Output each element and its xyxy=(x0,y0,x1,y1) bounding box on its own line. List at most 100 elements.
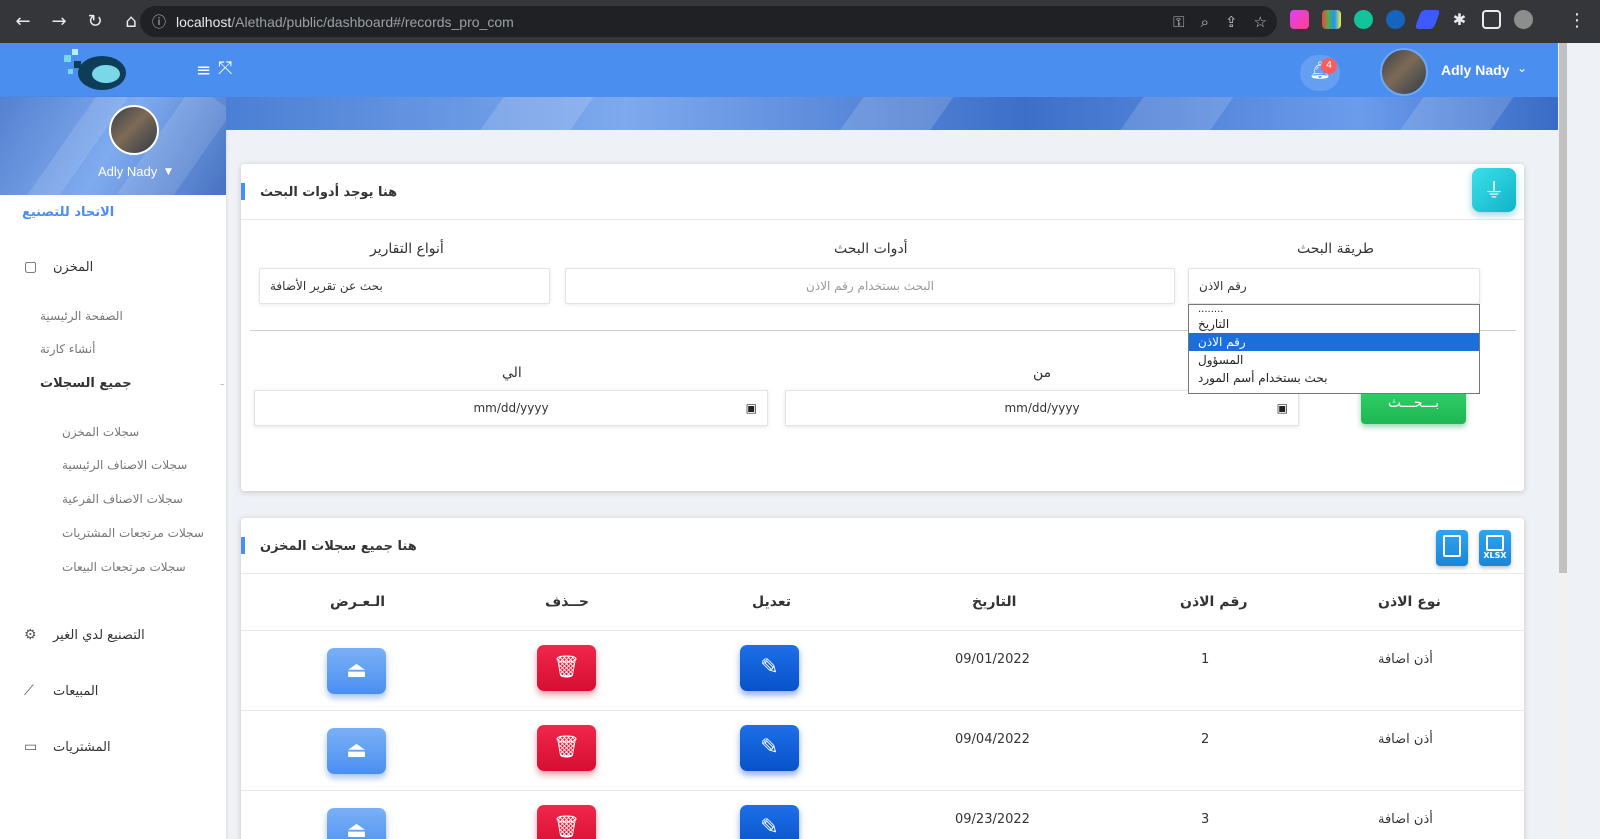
sidebar-item-outsourcing[interactable]: التصنيع لدي الغير xyxy=(53,628,145,643)
view-button[interactable]: ⏏ xyxy=(327,648,386,694)
browser-toolbar: ← → ↻ ⌂ ⓘ localhost /Alethad/public/dash… xyxy=(0,0,1600,43)
trash-icon: 🗑︎ xyxy=(552,655,581,680)
chrome-menu-icon[interactable]: ⋮ xyxy=(1568,10,1586,31)
app-logo[interactable] xyxy=(62,47,128,93)
extension-icon[interactable] xyxy=(1414,10,1441,29)
report-types-label: أنواع التقارير xyxy=(370,241,444,257)
scrollbar-thumb[interactable] xyxy=(1559,43,1567,573)
edit-button[interactable]: ✎ xyxy=(740,805,799,839)
site-info-icon[interactable]: ⓘ xyxy=(152,12,166,32)
card-header: هنا يوجد أدوات البحث xyxy=(241,164,1524,220)
calendar-icon[interactable]: ▣ xyxy=(1277,391,1288,425)
profile-icon[interactable] xyxy=(1514,10,1533,29)
export-pdf-button[interactable] xyxy=(1436,530,1468,566)
cell-type: أذن اضافة xyxy=(1378,812,1433,827)
share-icon[interactable]: ⇪ xyxy=(1225,13,1238,31)
sidebar-item-home[interactable]: الصفحة الرئيسية xyxy=(40,309,123,323)
sidebar-item-purchases[interactable]: المشتريات xyxy=(53,740,111,755)
sidebar-item-sub-items-records[interactable]: سجلات الاصناف الفرعية xyxy=(62,492,183,506)
sidebar-item-all-records[interactable]: جميع السجلات xyxy=(40,376,132,391)
cell-number: 1 xyxy=(1201,652,1210,667)
from-date-placeholder: mm/dd/yyyy xyxy=(1004,401,1080,415)
to-date-input[interactable]: mm/dd/yyyy ▣ xyxy=(254,390,768,426)
filter-icon: ⏚ xyxy=(1484,178,1504,202)
records-card-title: هنا جميع سجلات المخزن xyxy=(260,539,417,554)
sidebar-item-sales-returns[interactable]: سجلات مرتجعات البيعات xyxy=(62,560,186,574)
app-header: ≡ ⤧ 🔔︎ 4 Adly Nady ⌄ xyxy=(0,43,1558,97)
sidebar-item-create-card[interactable]: أنشاء كارتة xyxy=(40,342,95,356)
edit-button[interactable]: ✎ xyxy=(740,645,799,691)
notification-bell[interactable]: 🔔︎ 4 xyxy=(1300,55,1340,91)
delete-button[interactable]: 🗑︎ xyxy=(537,725,596,771)
search-method-select[interactable]: رقم الاذن xyxy=(1188,268,1480,304)
delete-button[interactable]: 🗑︎ xyxy=(537,805,596,839)
extension-icon[interactable] xyxy=(1322,10,1341,29)
reload-icon[interactable]: ↻ xyxy=(84,11,106,32)
brand-name[interactable]: الاتحاد للتصنيع xyxy=(22,205,114,220)
extension-icon[interactable] xyxy=(1290,10,1309,29)
dropdown-option[interactable]: بحث بستخدام أسم المورد xyxy=(1189,369,1479,387)
back-icon[interactable]: ← xyxy=(12,11,34,32)
window-edge xyxy=(1568,43,1600,839)
table-divider xyxy=(241,790,1524,791)
cell-number: 3 xyxy=(1201,812,1210,827)
address-bar[interactable]: ⓘ localhost /Alethad/public/dashboard#/r… xyxy=(140,6,1277,37)
from-date-input[interactable]: mm/dd/yyyy ▣ xyxy=(785,390,1299,426)
header-user-name[interactable]: Adly Nady xyxy=(1441,62,1509,78)
grammarly-icon[interactable] xyxy=(1354,10,1373,29)
sidebar-item-store[interactable]: المخزن xyxy=(53,260,93,275)
dropdown-option[interactable]: التاريخ xyxy=(1189,315,1479,333)
delete-button[interactable]: 🗑︎ xyxy=(537,645,596,691)
key-icon[interactable]: ⚿ xyxy=(1173,13,1184,31)
page-scrollbar[interactable] xyxy=(1558,43,1568,839)
bookmark-star-icon[interactable]: ☆ xyxy=(1254,13,1267,31)
chevron-down-icon[interactable]: ⌄ xyxy=(1517,61,1527,75)
dropdown-option-selected[interactable]: رقم الاذن xyxy=(1189,333,1479,351)
sidebar-item-main-items-records[interactable]: سجلات الاصناف الرئيسية xyxy=(62,458,187,472)
cell-date: 09/01/2022 xyxy=(955,652,1030,667)
avatar[interactable] xyxy=(1380,48,1428,96)
edit-button[interactable]: ✎ xyxy=(740,725,799,771)
view-button[interactable]: ⏏ xyxy=(327,808,386,839)
notification-badge: 4 xyxy=(1321,58,1337,74)
view-button[interactable]: ⏏ xyxy=(327,728,386,774)
export-xlsx-button[interactable]: XLSX xyxy=(1479,530,1511,566)
cell-date: 09/23/2022 xyxy=(955,812,1030,827)
trash-icon: 🗑︎ xyxy=(552,815,581,839)
column-header-view: الـعـرض xyxy=(330,594,386,610)
cell-type: أذن اضافة xyxy=(1378,732,1433,747)
filter-button[interactable]: ⏚ xyxy=(1472,168,1516,212)
home-icon[interactable]: ⌂ xyxy=(120,11,142,32)
box-icon: ▢ xyxy=(24,259,38,275)
from-date-label: من xyxy=(1033,365,1052,381)
dropdown-option[interactable]: المسؤول xyxy=(1189,351,1479,369)
extension-icon[interactable] xyxy=(1386,10,1405,29)
search-input[interactable]: البحث بستخدام رقم الاذن xyxy=(565,268,1175,304)
to-date-label: الي xyxy=(502,365,522,381)
caret-down-icon[interactable]: ▼ xyxy=(165,167,172,177)
zoom-icon[interactable]: ⌕ xyxy=(1201,13,1209,31)
table-divider xyxy=(241,630,1524,631)
forward-icon[interactable]: → xyxy=(48,11,70,32)
search-tools-label: أدوات البحث xyxy=(834,241,908,257)
cell-number: 2 xyxy=(1201,732,1210,747)
edit-icon: ✎ xyxy=(760,815,779,839)
sidebar-item-purchase-returns[interactable]: سجلات مرتجعات المشتريات xyxy=(62,526,204,540)
fullscreen-icon[interactable]: ⤧ xyxy=(218,58,232,79)
report-type-select[interactable]: بحث عن تقرير الأضافة xyxy=(259,268,550,304)
card-header: هنا جميع سجلات المخزن xyxy=(241,518,1524,574)
sidebar-item-sales[interactable]: المبيعات xyxy=(53,684,98,699)
puzzle-icon[interactable]: ✱ xyxy=(1450,10,1469,29)
display-icon: ⏏ xyxy=(346,818,367,839)
credit-card-icon: ▭ xyxy=(24,739,38,755)
dropdown-option[interactable]: ........ xyxy=(1189,305,1479,315)
sidebar-user-name[interactable]: Adly Nady xyxy=(98,164,157,179)
hero-banner xyxy=(226,97,1558,130)
menu-toggle-icon[interactable]: ≡ xyxy=(196,60,211,81)
search-method-label: طريقة البحث xyxy=(1297,241,1374,257)
sidebar-item-store-records[interactable]: سجلات المخزن xyxy=(62,425,139,439)
calendar-icon[interactable]: ▣ xyxy=(746,391,757,425)
gear-icon: ⚙ xyxy=(24,627,37,643)
cell-type: أذن اضافة xyxy=(1378,652,1433,667)
sidepanel-icon[interactable] xyxy=(1482,10,1501,29)
